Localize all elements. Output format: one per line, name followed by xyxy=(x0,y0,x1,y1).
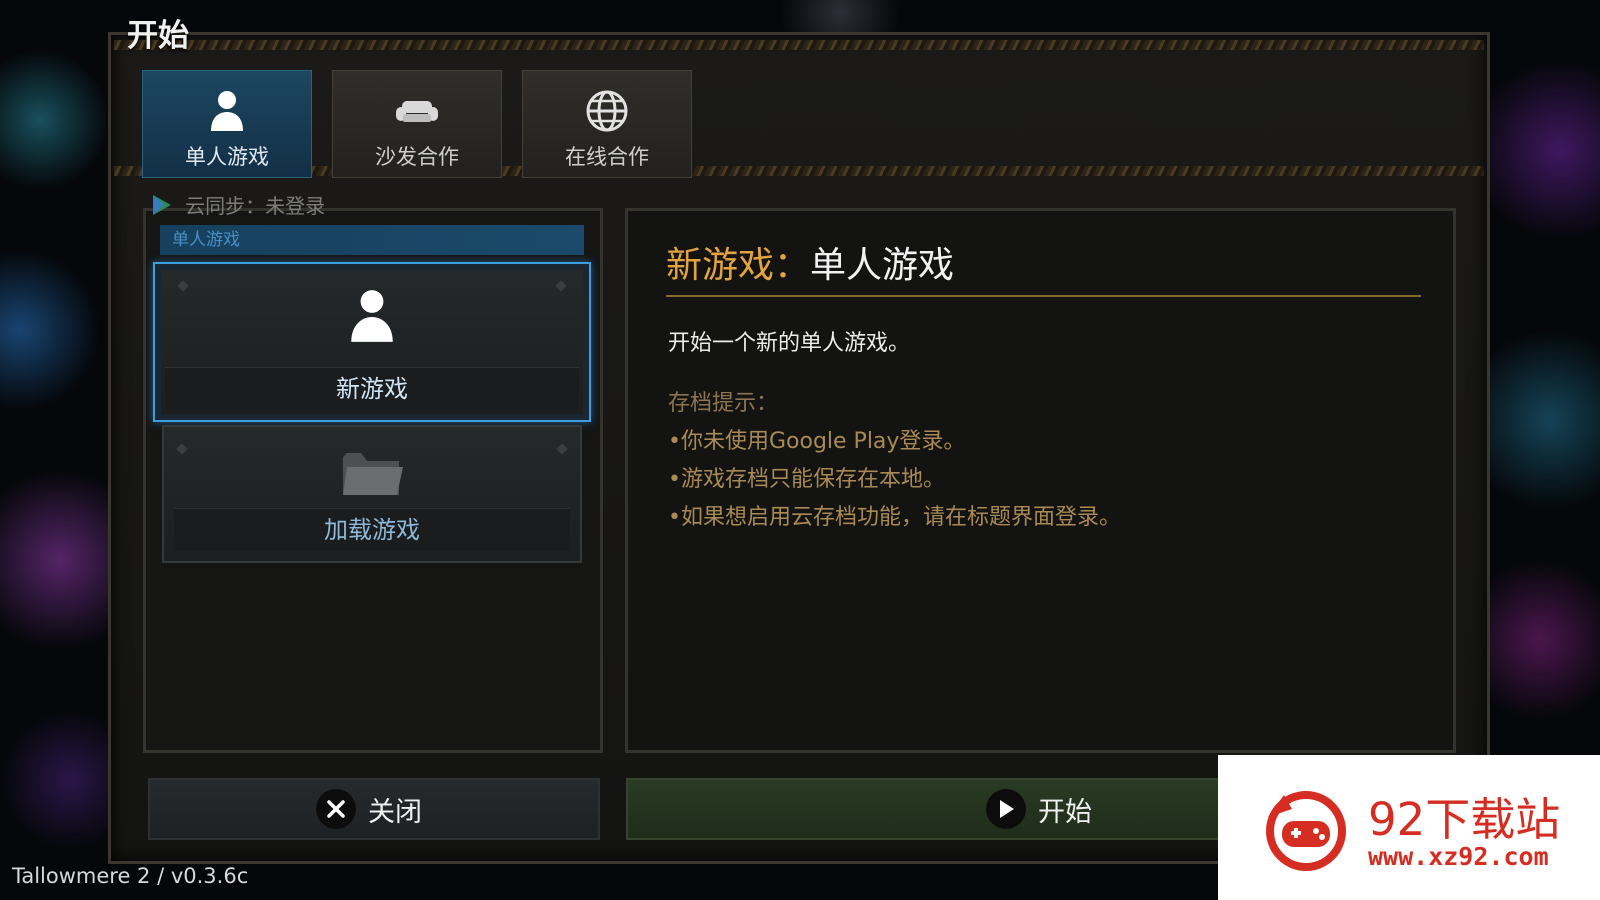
title-divider xyxy=(666,295,1421,297)
tab-single-player[interactable]: 单人游戏 xyxy=(142,70,312,178)
watermark-name: 92下载站 xyxy=(1368,793,1561,846)
start-button-label: 开始 xyxy=(1038,796,1092,828)
new-game-option[interactable]: 新游戏 xyxy=(153,262,591,422)
top-decorative-strip xyxy=(114,40,1484,50)
hint-line: •你未使用Google Play登录。 xyxy=(668,429,966,454)
save-hints: 存档提示： •你未使用Google Play登录。 •游戏存档只能保存在本地。 … xyxy=(668,385,1121,537)
tab-decorative-strip xyxy=(114,166,1484,176)
detail-title: 新游戏：单人游戏 xyxy=(666,236,954,288)
hint-line: •如果想启用云存档功能，请在标题界面登录。 xyxy=(668,505,1121,530)
close-icon xyxy=(316,789,356,829)
single-player-icon xyxy=(211,91,243,131)
tab-couch-coop[interactable]: 沙发合作 xyxy=(332,70,502,178)
person-icon xyxy=(351,290,393,342)
close-button-label: 关闭 xyxy=(368,796,422,828)
rivet xyxy=(556,443,568,455)
start-button[interactable]: 开始 xyxy=(626,778,1226,840)
gamepad-logo-icon xyxy=(1266,791,1346,871)
hint-line: •游戏存档只能保存在本地。 xyxy=(668,467,945,492)
tab-online-coop[interactable]: 在线合作 xyxy=(522,70,692,178)
load-game-option[interactable]: 加载游戏 xyxy=(162,425,582,563)
tab-label: 沙发合作 xyxy=(375,145,459,169)
rivet xyxy=(176,443,188,455)
sofa-icon xyxy=(396,101,438,122)
tab-label: 单人游戏 xyxy=(185,145,269,169)
version-text: Tallowmere 2 / v0.3.6c xyxy=(12,864,249,888)
play-store-icon xyxy=(153,194,171,215)
cloud-sync-status: 云同步：未登录 xyxy=(150,190,325,219)
page-title: 开始 xyxy=(127,18,189,54)
rivet xyxy=(177,280,189,292)
rivet xyxy=(555,280,567,292)
load-game-label: 加载游戏 xyxy=(174,508,570,551)
globe-icon xyxy=(586,90,628,132)
close-button[interactable]: 关闭 xyxy=(148,778,600,840)
tab-label: 在线合作 xyxy=(565,145,649,169)
watermark: 92下载站 www.xz92.com xyxy=(1218,755,1600,900)
detail-description: 开始一个新的单人游戏。 xyxy=(668,331,911,356)
new-game-label: 新游戏 xyxy=(165,367,579,410)
detail-title-prefix: 新游戏： xyxy=(666,245,811,286)
watermark-url: www.xz92.com xyxy=(1368,842,1549,871)
hint-title: 存档提示： xyxy=(668,391,779,416)
play-icon xyxy=(986,789,1026,829)
section-header: 单人游戏 xyxy=(160,225,584,255)
detail-title-main: 单人游戏 xyxy=(810,245,955,286)
folder-icon xyxy=(343,453,403,495)
sync-status-text: 云同步：未登录 xyxy=(185,194,326,218)
